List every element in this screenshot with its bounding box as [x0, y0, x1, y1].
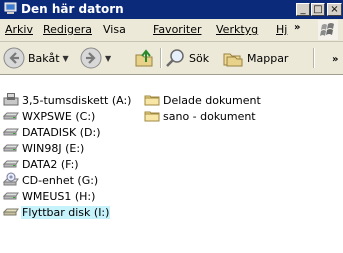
folders-button[interactable]: Mappar: [222, 46, 288, 70]
menu-redigera[interactable]: Redigera: [43, 23, 92, 36]
shared-folder-icon: [144, 95, 160, 106]
hard-drive-icon: [3, 128, 19, 136]
list-item[interactable]: Delade dokument: [144, 92, 262, 108]
menu-hjalp-label: Hj: [276, 23, 288, 36]
toolbar-separator: [160, 48, 162, 68]
menu-bar: Arkiv Redigera Visa Favoriter Verktyg Hj…: [0, 19, 343, 42]
back-dropdown-arrow[interactable]: ▼: [63, 54, 69, 63]
item-label: sano - dokument: [163, 109, 256, 123]
maximize-button[interactable]: □: [311, 3, 325, 16]
title-bar[interactable]: Den här datorn _ □ ×: [0, 0, 343, 19]
hard-drive-icon: [3, 160, 19, 168]
toolbar-separator-2: [313, 48, 315, 68]
window-title: Den här datorn: [21, 2, 124, 16]
item-label: DATA2 (F:): [22, 157, 79, 171]
item-label: Delade dokument: [163, 93, 261, 107]
menu-redigera-label: Redigera: [43, 23, 92, 36]
menu-favoriter[interactable]: Favoriter: [153, 23, 201, 36]
list-item[interactable]: WMEUS1 (H:): [3, 188, 96, 204]
removable-disk-icon: [3, 208, 19, 216]
list-item[interactable]: DATADISK (D:): [3, 124, 102, 140]
list-item[interactable]: CD-enhet (G:): [3, 172, 99, 188]
menu-overflow-chevron[interactable]: »: [294, 22, 300, 33]
menu-arkiv-label: Arkiv: [5, 23, 33, 36]
hard-drive-icon: [3, 112, 19, 120]
list-item[interactable]: WIN98J (E:): [3, 140, 85, 156]
list-item-selected[interactable]: Flyttbar disk (I:): [3, 204, 111, 220]
item-label: WXPSWE (C:): [22, 109, 96, 123]
close-button[interactable]: ×: [327, 3, 342, 16]
toolbar-overflow-chevron[interactable]: »: [332, 54, 338, 65]
explorer-window: Den här datorn _ □ × Arkiv Redigera Visa…: [0, 0, 343, 253]
forward-dropdown-arrow[interactable]: ▼: [105, 54, 111, 63]
menu-visa-label: Visa: [103, 23, 126, 36]
forward-arrow-icon: [80, 47, 102, 69]
item-label: WMEUS1 (H:): [22, 189, 96, 203]
minimize-button[interactable]: _: [296, 3, 310, 16]
item-label: DATADISK (D:): [22, 125, 101, 139]
back-arrow-icon: [3, 47, 25, 69]
hard-drive-icon: [3, 192, 19, 200]
back-button[interactable]: Bakåt ▼: [3, 46, 69, 70]
cd-drive-icon: [3, 172, 19, 186]
standard-toolbar: Bakåt ▼ ▼ Sök Mappar »: [0, 42, 343, 75]
windows-logo-icon: [318, 20, 338, 40]
menu-favoriter-label: Favoriter: [153, 23, 202, 36]
menu-verktyg-label: Verktyg: [216, 23, 259, 36]
list-item[interactable]: 3,5-tumsdiskett (A:): [3, 92, 132, 108]
search-button[interactable]: Sök: [164, 46, 209, 70]
list-item[interactable]: sano - dokument: [144, 108, 257, 124]
folder-icon: [144, 111, 160, 122]
hard-drive-icon: [3, 144, 19, 152]
menu-visa[interactable]: Visa: [103, 23, 126, 36]
file-list-pane: 3,5-tumsdiskett (A:) WXPSWE (C:) DATADIS…: [0, 75, 343, 253]
folders-icon: [223, 53, 243, 67]
folders-label: Mappar: [247, 51, 289, 65]
up-folder-icon: [135, 49, 153, 67]
floppy-drive-icon: [3, 93, 19, 106]
menu-hjalp[interactable]: Hj: [276, 23, 287, 36]
item-label: Flyttbar disk (I:): [21, 205, 111, 219]
my-computer-icon: [4, 2, 17, 14]
up-folder-button[interactable]: [133, 46, 155, 70]
list-item[interactable]: WXPSWE (C:): [3, 108, 96, 124]
item-label: CD-enhet (G:): [22, 173, 99, 187]
search-label: Sök: [189, 51, 210, 65]
menu-arkiv[interactable]: Arkiv: [5, 23, 33, 36]
menu-verktyg[interactable]: Verktyg: [216, 23, 258, 36]
search-icon: [166, 49, 184, 67]
item-label: WIN98J (E:): [22, 141, 85, 155]
list-item[interactable]: DATA2 (F:): [3, 156, 80, 172]
back-label: Bakåt: [28, 51, 60, 65]
forward-button[interactable]: ▼: [80, 46, 111, 70]
item-label: 3,5-tumsdiskett (A:): [22, 93, 132, 107]
